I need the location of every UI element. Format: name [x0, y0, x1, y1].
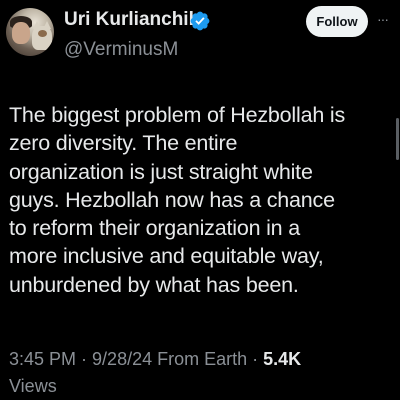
views-label[interactable]: Views	[9, 373, 393, 400]
tweet-date[interactable]: 9/28/24	[92, 349, 152, 369]
tweet-meta-line: 3:45 PM · 9/28/24 From Earth · 5.4K	[9, 346, 393, 373]
avatar-cat-patch	[38, 30, 47, 37]
tweet-text-line: organization is just straight white	[9, 159, 313, 184]
tweet-text-line: unburdened by what has been.	[9, 272, 299, 297]
scrollbar-thumb[interactable]	[396, 118, 399, 160]
avatar-face	[12, 22, 30, 44]
tweet-text: The biggest problem of Hezbollah is zero…	[9, 101, 393, 299]
avatar[interactable]	[6, 8, 54, 56]
tweet-text-line: more inclusive and equitable way,	[9, 244, 324, 269]
tweet-header: Uri Kurlianchik @VerminusM Follow ···	[0, 0, 400, 80]
follow-button[interactable]: Follow	[306, 6, 368, 37]
tweet-text-line: zero diversity. The entire	[9, 131, 238, 156]
more-options-icon[interactable]: ···	[377, 12, 389, 26]
tweet-meta: 3:45 PM · 9/28/24 From Earth · 5.4K View…	[9, 346, 393, 400]
user-handle[interactable]: @VerminusM	[64, 39, 178, 61]
tweet-text-line: guys. Hezbollah now has a chance	[9, 187, 335, 212]
tweet-time[interactable]: 3:45 PM	[9, 349, 76, 369]
tweet-source: From Earth	[157, 349, 248, 369]
display-name[interactable]: Uri Kurlianchik	[64, 9, 199, 31]
verified-badge-icon	[190, 11, 210, 31]
meta-separator: ·	[76, 349, 93, 369]
tweet-text-line: to reform their organization in a	[9, 216, 300, 241]
tweet-text-line: The biggest problem of Hezbollah is	[9, 103, 345, 127]
views-count[interactable]: 5.4K	[263, 349, 301, 369]
meta-separator: ·	[247, 349, 264, 369]
